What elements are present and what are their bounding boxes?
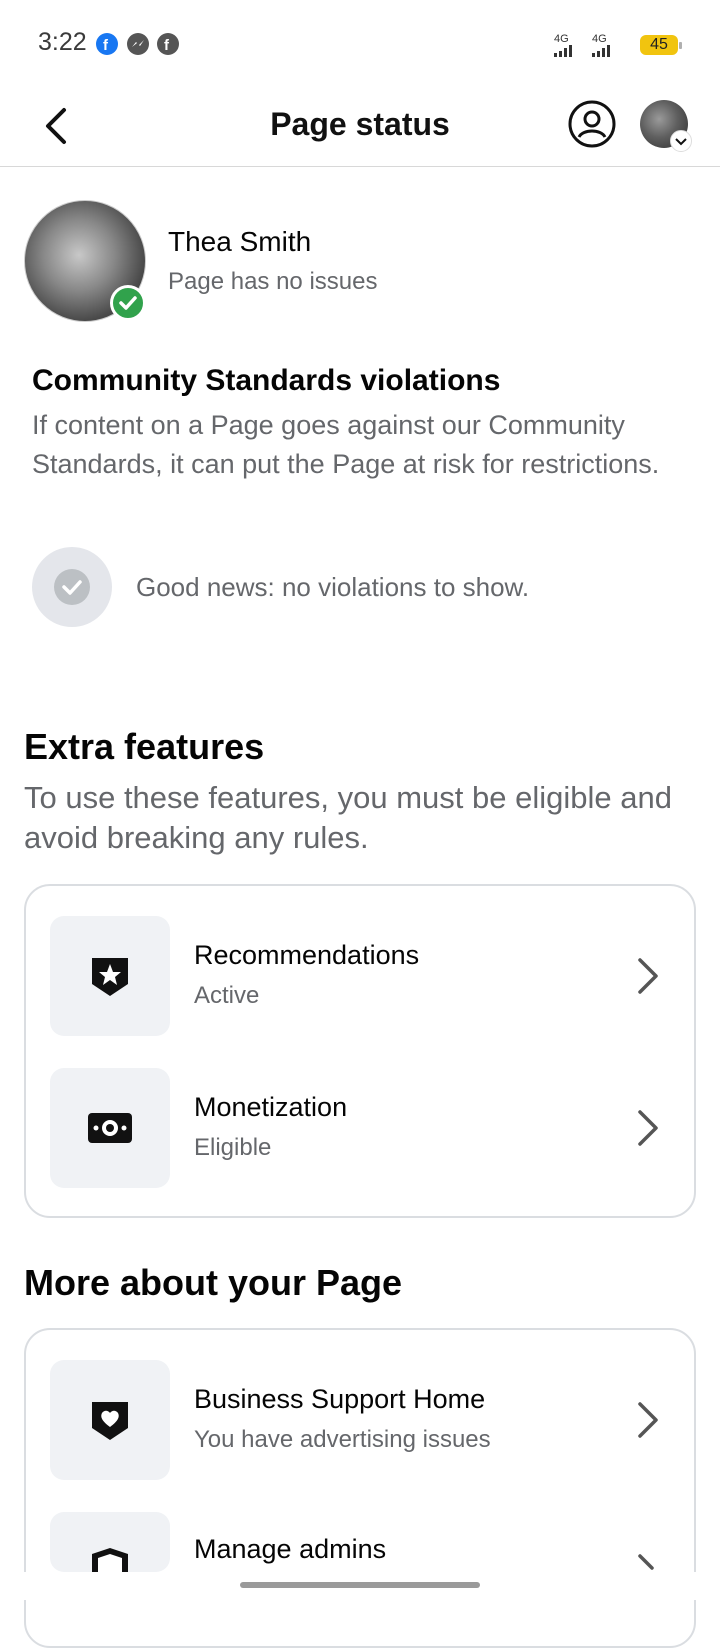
network-indicator: 4G [592,34,618,60]
row-subtitle: Eligible [194,1134,272,1161]
star-shield-icon [92,958,128,996]
icon-tile [50,1068,170,1188]
shield-icon [92,1548,128,1572]
icon-tile [50,1360,170,1480]
heart-shield-icon [92,1402,128,1440]
row-subtitle: You have advertising issues [194,1426,491,1453]
no-violations-message: Good news: no violations to show. [136,572,530,602]
check-icon [54,569,90,605]
chevron-down-icon [670,130,692,152]
battery-indicator: 45 [640,35,682,55]
row-subtitle: Active [194,982,260,1009]
profile-button[interactable] [568,100,616,148]
messenger-icon [127,33,149,55]
section-title-extra-features: Extra features [24,726,265,767]
profile-icon [568,100,616,148]
section-title-more-about: More about your Page [24,1262,403,1303]
facebook-icon: f [96,33,118,55]
facebook-icon: f [157,33,179,55]
icon-tile [50,916,170,1036]
row-title: Manage admins [194,1534,387,1564]
status-time: 3:22 [38,28,87,56]
svg-text:f: f [164,37,170,54]
row-title: Recommendations [194,940,420,970]
row-title: Monetization [194,1092,348,1122]
section-title-community-standards: Community Standards violations [32,364,501,397]
network-indicator: 4G [554,34,576,60]
header-divider [0,166,720,167]
home-indicator[interactable] [240,1582,480,1588]
icon-tile [50,1512,170,1572]
chevron-right-icon [638,1402,658,1438]
verified-check-icon [110,285,146,321]
chevron-right-icon [638,958,658,994]
row-title: Business Support Home [194,1384,486,1414]
chevron-right-icon [638,1554,654,1570]
page-status-text: Page has no issues [168,268,378,295]
svg-text:f: f [103,37,109,54]
money-icon [88,1113,132,1143]
chevron-right-icon [638,1110,658,1146]
community-standards-description: If content on a Page goes against our Co… [32,410,660,479]
extra-features-description: To use these features, you must be eligi… [24,780,672,855]
page-name: Thea Smith [168,226,312,257]
